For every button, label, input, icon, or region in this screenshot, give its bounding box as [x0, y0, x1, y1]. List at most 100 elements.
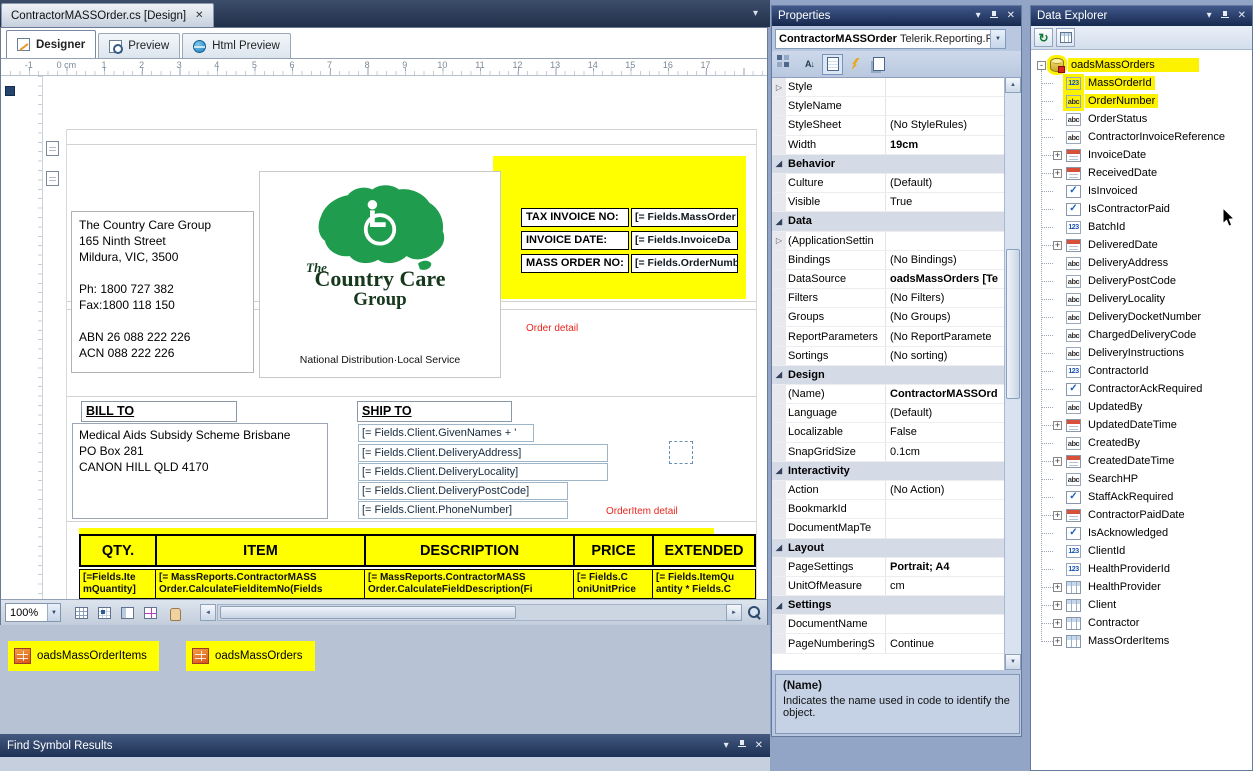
- invoice-header-highlight[interactable]: TAX INVOICE NO: [= Fields.MassOrder INVO…: [493, 156, 746, 299]
- properties-toolbar-button[interactable]: [776, 54, 797, 75]
- orderitem-detail-section-label[interactable]: OrderItem detail: [606, 506, 678, 517]
- bill-to-header-textbox[interactable]: BILL TO: [81, 401, 237, 422]
- property-value[interactable]: ContractorMASSOrd: [886, 385, 1006, 403]
- property-row[interactable]: Language (Default): [772, 404, 1006, 424]
- data-field-node[interactable]: CreatedBy: [1031, 434, 1252, 452]
- property-row[interactable]: ◢ Layout: [772, 538, 1006, 558]
- ship-to-header-textbox[interactable]: SHIP TO: [357, 401, 512, 422]
- data-field-node[interactable]: + Client: [1031, 596, 1252, 614]
- tree-expander-icon[interactable]: +: [1053, 582, 1062, 592]
- logo-picturebox[interactable]: The Country Care Group National Distribu…: [259, 171, 501, 378]
- property-value[interactable]: (No StyleRules): [886, 116, 1006, 134]
- property-value[interactable]: [824, 539, 1006, 557]
- properties-toolbar-button[interactable]: [799, 54, 820, 75]
- properties-toolbar-button[interactable]: [822, 53, 843, 75]
- property-value[interactable]: (Default): [886, 404, 1006, 422]
- design-surface[interactable]: The Country Care Group 165 Ninth Street …: [1, 76, 767, 599]
- invoice-date-label[interactable]: INVOICE DATE:: [521, 231, 629, 250]
- data-explorer-header[interactable]: Data Explorer ▾ ✕: [1031, 6, 1252, 26]
- close-icon[interactable]: ✕: [1238, 11, 1246, 21]
- ship-to-postcode-field[interactable]: [= Fields.Client.DeliveryPostCode]: [358, 482, 568, 500]
- bill-to-address-textbox[interactable]: Medical Aids Subsidy Scheme Brisbane PO …: [72, 423, 328, 519]
- property-row[interactable]: ◢ Behavior: [772, 154, 1006, 174]
- ship-to-address-field[interactable]: [= Fields.Client.DeliveryAddress]: [358, 444, 608, 462]
- property-value[interactable]: [835, 155, 1006, 173]
- horizontal-scrollbar[interactable]: [217, 604, 727, 621]
- property-row[interactable]: Filters (No Filters): [772, 289, 1006, 309]
- property-value[interactable]: [886, 519, 1006, 537]
- property-value[interactable]: True: [886, 193, 1006, 211]
- description-cell[interactable]: [= MassReports.ContractorMASS Order.Calc…: [364, 569, 574, 599]
- tree-expander-icon[interactable]: +: [1053, 456, 1062, 466]
- description-column-header[interactable]: DESCRIPTION: [366, 536, 575, 565]
- designer-view-tab[interactable]: Preview: [98, 33, 181, 58]
- property-row[interactable]: Sortings (No sorting): [772, 346, 1006, 366]
- property-value[interactable]: [812, 212, 1006, 230]
- designer-view-tab[interactable]: Html Preview: [182, 33, 291, 58]
- data-field-node[interactable]: + Contractor: [1031, 614, 1252, 632]
- designer-toolbar-button[interactable]: [140, 603, 160, 622]
- scroll-left-icon[interactable]: ◄: [200, 604, 216, 621]
- property-value[interactable]: [886, 97, 1006, 115]
- property-row[interactable]: StyleSheet (No StyleRules): [772, 116, 1006, 136]
- property-row[interactable]: (Name) ContractorMASSOrd: [772, 385, 1006, 405]
- selection-marquee[interactable]: [669, 441, 693, 464]
- data-explorer-toolbar-button[interactable]: [1056, 28, 1075, 47]
- ship-to-phone-field[interactable]: [= Fields.Client.PhoneNumber]: [358, 501, 568, 519]
- property-value[interactable]: [825, 366, 1006, 384]
- scrollbar-thumb[interactable]: [1006, 249, 1020, 399]
- property-value[interactable]: False: [886, 423, 1006, 441]
- tax-invoice-no-label[interactable]: TAX INVOICE NO:: [521, 208, 629, 227]
- data-field-node[interactable]: BatchId: [1031, 218, 1252, 236]
- property-value[interactable]: (No Bindings): [886, 251, 1006, 269]
- pin-icon[interactable]: [1220, 10, 1229, 22]
- ship-to-name-field[interactable]: [= Fields.Client.GivenNames + ': [358, 424, 534, 442]
- data-field-node[interactable]: + CreatedDateTime: [1031, 452, 1252, 470]
- chevron-down-icon[interactable]: ▾: [724, 740, 729, 751]
- data-field-node[interactable]: + ReceivedDate: [1031, 164, 1252, 182]
- mass-order-no-label[interactable]: MASS ORDER NO:: [521, 254, 629, 273]
- property-value[interactable]: [886, 500, 1006, 518]
- datasource-component[interactable]: oadsMassOrders: [185, 641, 315, 671]
- data-field-node[interactable]: OrderNumber: [1031, 92, 1252, 110]
- property-value[interactable]: [886, 615, 1006, 633]
- tab-list-chevron-icon[interactable]: ▾: [753, 8, 758, 19]
- designer-view-tab[interactable]: Designer: [6, 30, 97, 58]
- section-marker-icon[interactable]: [46, 171, 59, 186]
- report-corner-selector[interactable]: [5, 86, 15, 96]
- property-row[interactable]: ◢ Settings: [772, 596, 1006, 616]
- property-value[interactable]: Continue: [886, 634, 1006, 652]
- property-row[interactable]: UnitOfMeasure cm: [772, 576, 1006, 597]
- tree-expander-icon[interactable]: +: [1053, 420, 1062, 430]
- data-field-node[interactable]: MassOrderId: [1031, 74, 1252, 92]
- property-value[interactable]: cm: [886, 577, 1006, 595]
- property-row[interactable]: DocumentMapTe: [772, 519, 1006, 539]
- property-row[interactable]: PageNumberingS Continue: [772, 634, 1006, 654]
- properties-scrollbar[interactable]: ▲ ▼: [1004, 77, 1021, 670]
- qty-cell[interactable]: [=Fields.Ite mQuantity]: [79, 569, 156, 599]
- designer-toolbar-button[interactable]: [94, 603, 114, 622]
- property-value[interactable]: [850, 462, 1006, 480]
- property-row[interactable]: ◢ Interactivity: [772, 461, 1006, 481]
- property-value[interactable]: (No Groups): [886, 308, 1006, 326]
- tree-expander-icon[interactable]: -: [1037, 60, 1046, 70]
- section-marker-icon[interactable]: [46, 141, 59, 156]
- designer-toolbar-button[interactable]: [71, 603, 91, 622]
- property-value[interactable]: (No Action): [886, 481, 1006, 499]
- data-field-node[interactable]: + DeliveredDate: [1031, 236, 1252, 254]
- chevron-down-icon[interactable]: ▼: [990, 30, 1005, 48]
- item-column-header[interactable]: ITEM: [157, 536, 366, 565]
- datasource-component[interactable]: oadsMassOrderItems: [8, 641, 159, 671]
- pin-icon[interactable]: [989, 10, 998, 22]
- property-value[interactable]: [831, 596, 1006, 614]
- data-field-node[interactable]: IsInvoiced: [1031, 182, 1252, 200]
- order-detail-section-label[interactable]: Order detail: [526, 323, 578, 334]
- scroll-right-icon[interactable]: ►: [726, 604, 742, 621]
- tree-expander-icon[interactable]: +: [1053, 636, 1062, 646]
- properties-toolbar-button[interactable]: [845, 54, 866, 75]
- price-cell[interactable]: [= Fields.C oniUnitPrice: [573, 569, 653, 599]
- chevron-down-icon[interactable]: ▾: [976, 11, 981, 21]
- data-explorer-toolbar-button[interactable]: [1034, 28, 1053, 47]
- scroll-down-icon[interactable]: ▼: [1005, 654, 1021, 670]
- property-row[interactable]: Action (No Action): [772, 480, 1006, 501]
